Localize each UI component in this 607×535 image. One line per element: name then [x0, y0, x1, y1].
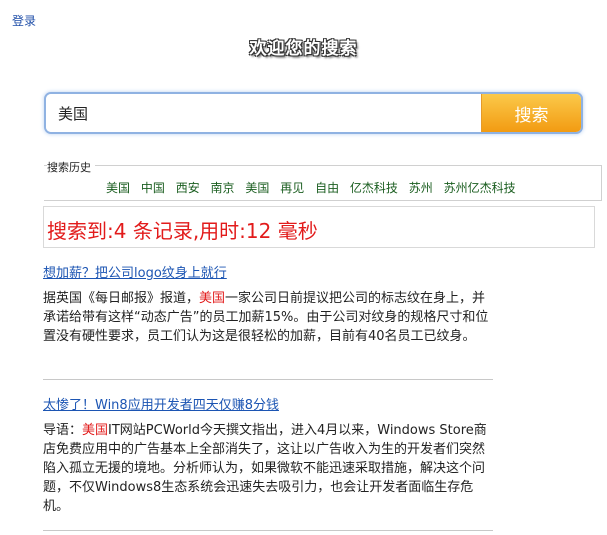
history-item[interactable]: 自由 [315, 181, 339, 195]
login-link[interactable]: 登录 [12, 12, 36, 29]
search-history-box: 搜索历史 美国 中国 西安 南京 美国 再见 自由 亿杰科技 苏州 苏州亿杰科技 [44, 159, 602, 201]
history-item[interactable]: 再见 [280, 181, 304, 195]
search-result: 太惨了！Win8应用开发者四天仅赚8分钱 导语：美国IT网站PCWorld今天撰… [43, 396, 493, 516]
history-item[interactable]: 西安 [176, 181, 200, 195]
result-divider [43, 379, 493, 380]
result-desc-text: 据英国《每日邮报》报道， [43, 291, 200, 306]
history-item[interactable]: 苏州亿杰科技 [444, 181, 516, 195]
result-title-link[interactable]: 太惨了！Win8应用开发者四天仅赚8分钱 [43, 398, 279, 413]
result-summary-box: 搜索到:4 条记录,用时:12 毫秒 [43, 206, 595, 248]
page-title: 欢迎您的搜索 [249, 39, 358, 59]
search-bar: 搜索 [44, 92, 583, 134]
history-item[interactable]: 亿杰科技 [350, 181, 398, 195]
history-item[interactable]: 南京 [211, 181, 235, 195]
result-highlight: 美国 [82, 423, 109, 438]
result-title-link[interactable]: 想加薪？把公司logo纹身上就行 [43, 266, 227, 281]
history-item[interactable]: 美国 [106, 181, 130, 195]
search-result: 想加薪？把公司logo纹身上就行 据英国《每日邮报》报道，美国一家公司日前提议把… [43, 264, 493, 346]
history-item[interactable]: 中国 [141, 181, 165, 195]
result-summary: 搜索到:4 条记录,用时:12 毫秒 [47, 219, 318, 243]
result-description: 据英国《每日邮报》报道，美国一家公司日前提议把公司的标志纹在身上，并承诺给带有这… [43, 289, 493, 346]
search-input[interactable] [46, 94, 481, 132]
result-divider [43, 530, 493, 531]
result-highlight: 美国 [199, 291, 226, 306]
result-desc-text: IT网站PCWorld今天撰文指出，进入4月以来，Windows Store商店… [43, 423, 487, 514]
search-button[interactable]: 搜索 [481, 94, 581, 132]
history-item[interactable]: 苏州 [409, 181, 433, 195]
search-history-label: 搜索历史 [47, 159, 95, 175]
result-desc-text: 导语： [43, 423, 83, 438]
result-description: 导语：美国IT网站PCWorld今天撰文指出，进入4月以来，Windows St… [43, 421, 493, 516]
search-history-list: 美国 中国 西安 南京 美国 再见 自由 亿杰科技 苏州 苏州亿杰科技 [106, 179, 523, 196]
history-item[interactable]: 美国 [245, 181, 269, 195]
